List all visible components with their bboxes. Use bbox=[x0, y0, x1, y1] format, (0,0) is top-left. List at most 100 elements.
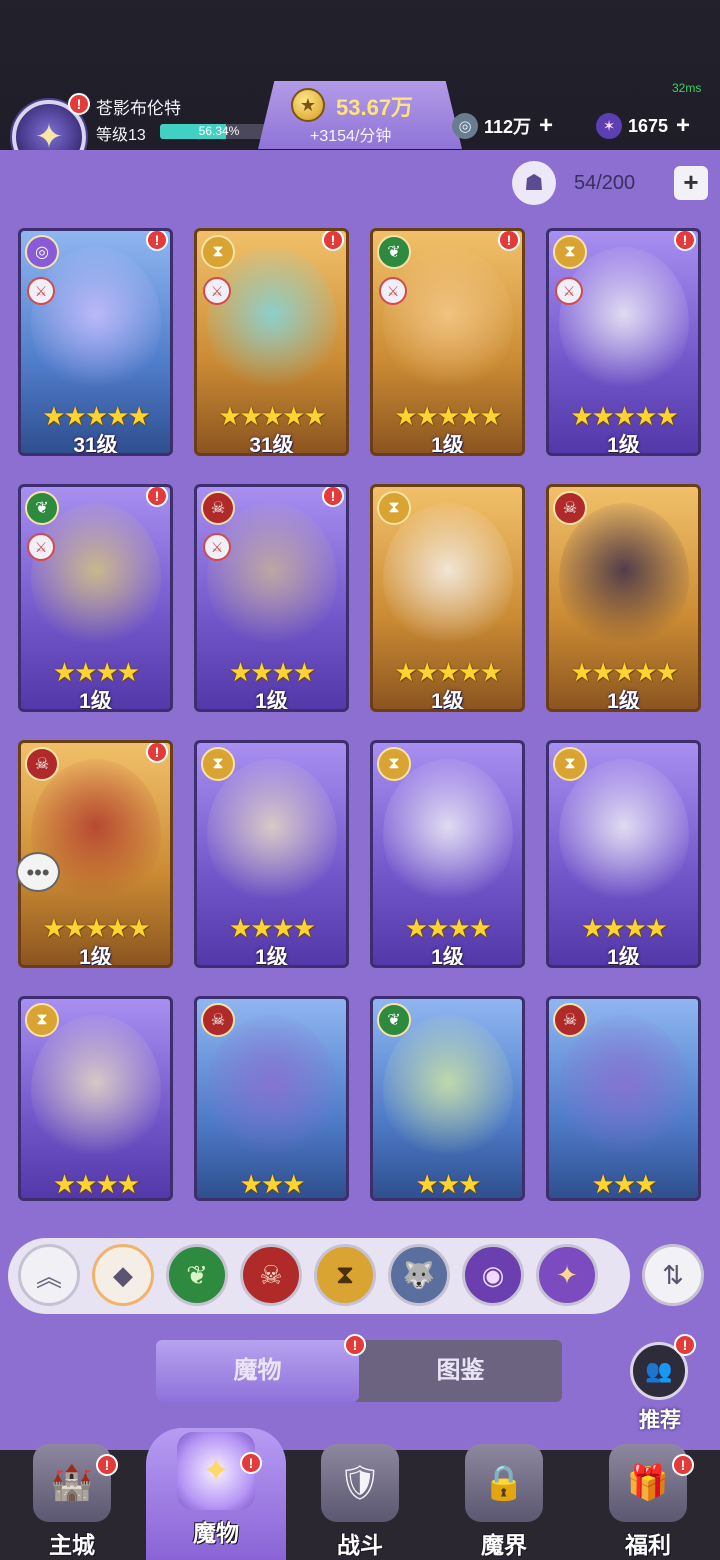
nav-label: 福利 bbox=[625, 1532, 671, 1558]
monster-card[interactable]: ◎ ⚔! ★★★★★ 31级 bbox=[18, 228, 173, 456]
role-swords-icon: ⚔ bbox=[555, 277, 583, 305]
nav-alert-badge: ! bbox=[240, 1452, 262, 1474]
capacity-text: 54/200 bbox=[574, 171, 636, 194]
monster-capacity: ☗ 54/200 + bbox=[512, 160, 708, 206]
monster-card[interactable]: ❦ ⚔! ★★★★ 1级 bbox=[18, 484, 173, 712]
nav-alert-badge: ! bbox=[96, 1454, 118, 1476]
faction-icon: ☠ bbox=[553, 491, 587, 525]
monster-level: 1级 bbox=[431, 434, 464, 456]
nav-item-3[interactable]: 🔒 魔界 bbox=[434, 1440, 574, 1560]
monster-card[interactable]: ☠ ★★★ bbox=[194, 996, 349, 1201]
monster-card[interactable]: ⧗ ★★★★★ 1级 bbox=[370, 484, 525, 712]
monster-card[interactable]: ☠ ⚔! ★★★★ 1级 bbox=[194, 484, 349, 712]
nav-label: 魔界 bbox=[481, 1532, 527, 1558]
monster-portrait bbox=[559, 1015, 689, 1165]
player-name: 苍影布伦特 bbox=[96, 99, 181, 118]
star-rating: ★★★ bbox=[239, 1169, 306, 1199]
tab-monsters[interactable]: 魔物 bbox=[156, 1340, 359, 1402]
nav-item-4[interactable]: 🎁 福利! bbox=[578, 1440, 718, 1560]
all-filter-icon[interactable]: ◆ bbox=[92, 1244, 154, 1306]
monster-portrait bbox=[559, 759, 689, 909]
time-filter-icon[interactable]: ⧗ bbox=[314, 1244, 376, 1306]
eye-filter-icon[interactable]: ◉ bbox=[462, 1244, 524, 1306]
tab-codex[interactable]: 图鉴 bbox=[359, 1340, 562, 1402]
monster-portrait bbox=[207, 503, 337, 653]
faction-icon: ❦ bbox=[377, 1003, 411, 1037]
monster-card[interactable]: ⧗ ★★★★ 1级 bbox=[194, 740, 349, 968]
gem-amount: 112万 bbox=[484, 117, 532, 137]
role-swords-icon: ⚔ bbox=[27, 277, 55, 305]
nav-icon: 🔒 bbox=[465, 1444, 543, 1522]
faction-icon: ⧗ bbox=[201, 747, 235, 781]
monster-portrait bbox=[383, 503, 513, 653]
star-rating: ★★★★ bbox=[228, 913, 316, 943]
faction-icon: ⧗ bbox=[377, 747, 411, 781]
gem-icon: ◎ bbox=[452, 113, 478, 139]
monster-portrait bbox=[559, 247, 689, 397]
nav-item-1[interactable]: ✦ 魔物! bbox=[146, 1428, 286, 1560]
monster-portrait bbox=[559, 503, 689, 653]
star-amount: 1675 bbox=[628, 115, 669, 136]
faction-icon: ☠ bbox=[553, 1003, 587, 1037]
sort-button[interactable]: ⇅ bbox=[642, 1244, 704, 1306]
demon-filter-icon[interactable]: ☠ bbox=[240, 1244, 302, 1306]
star-plus-button[interactable]: + bbox=[676, 112, 690, 140]
recommend-button[interactable]: 👥 推荐 bbox=[630, 1342, 690, 1434]
gem-plus-button[interactable]: + bbox=[539, 112, 553, 140]
monster-card[interactable]: ⧗ ★★★★ 1级 bbox=[546, 740, 701, 968]
monster-card[interactable]: ⧗ ⚔! ★★★★★ 1级 bbox=[546, 228, 701, 456]
star-rating: ★★★★★ bbox=[218, 401, 327, 431]
role-swords-icon: ⚔ bbox=[27, 533, 55, 561]
exp-progress-bar: 56.34% bbox=[160, 124, 278, 139]
role-swords-icon: ⚔ bbox=[379, 277, 407, 305]
chat-bubble-button[interactable]: ••• bbox=[16, 852, 60, 892]
star-rating: ★★★★ bbox=[52, 1169, 140, 1199]
nav-icon: 🛡 bbox=[321, 1444, 399, 1522]
star-rating: ★★★ bbox=[591, 1169, 658, 1199]
arcane-filter-icon[interactable]: ✦ bbox=[536, 1244, 598, 1306]
monster-card[interactable]: ⧗ ⚔! ★★★★★ 31级 bbox=[194, 228, 349, 456]
monster-level: 1级 bbox=[255, 946, 288, 968]
card-alert-badge: ! bbox=[674, 231, 696, 251]
nav-item-2[interactable]: 🛡 战斗 bbox=[290, 1440, 430, 1560]
monster-card[interactable]: ⧗ ★★★★ bbox=[18, 996, 173, 1201]
star-resource[interactable]: ✶ 1675 + bbox=[596, 111, 690, 141]
crystal-star-icon: ✶ bbox=[596, 113, 622, 139]
card-alert-badge: ! bbox=[146, 743, 168, 763]
star-rating: ★★★★★ bbox=[570, 657, 679, 687]
nav-item-0[interactable]: 🏰 主城! bbox=[2, 1440, 142, 1560]
monster-level: 31级 bbox=[73, 434, 118, 456]
monster-portrait bbox=[207, 1015, 337, 1165]
card-alert-badge: ! bbox=[146, 487, 168, 507]
star-rating: ★★★★★ bbox=[394, 657, 503, 687]
monster-cat-icon: ☗ bbox=[512, 161, 556, 205]
star-rating: ★★★★ bbox=[580, 913, 668, 943]
monster-level: 1级 bbox=[79, 690, 112, 712]
collapse-filter-icon[interactable]: ︽ bbox=[18, 1244, 80, 1306]
nav-label: 战斗 bbox=[337, 1532, 383, 1558]
star-rating: ★★★★★ bbox=[42, 913, 151, 943]
monster-card[interactable]: ☠ ★★★ bbox=[546, 996, 701, 1201]
monster-card[interactable]: ☠ ★★★★★ 1级 bbox=[546, 484, 701, 712]
monster-portrait bbox=[207, 247, 337, 397]
capacity-plus-button[interactable]: + bbox=[674, 166, 708, 200]
gold-rate: +3154/分钟 bbox=[310, 128, 392, 145]
monster-level: 1级 bbox=[255, 690, 288, 712]
monster-level: 31级 bbox=[249, 434, 294, 456]
card-alert-badge: ! bbox=[146, 231, 168, 251]
star-rating: ★★★ bbox=[415, 1169, 482, 1199]
tab-monsters-alert-badge: ! bbox=[344, 1334, 366, 1356]
beast-filter-icon[interactable]: 🐺 bbox=[388, 1244, 450, 1306]
card-alert-badge: ! bbox=[322, 487, 344, 507]
nav-label: 魔物 bbox=[193, 1520, 239, 1546]
star-rating: ★★★★ bbox=[52, 657, 140, 687]
nature-filter-icon[interactable]: ❦ bbox=[166, 1244, 228, 1306]
monster-card[interactable]: ❦ ★★★ bbox=[370, 996, 525, 1201]
gem-resource[interactable]: ◎ 112万 + bbox=[452, 111, 553, 141]
monster-card[interactable]: ❦ ⚔! ★★★★★ 1级 bbox=[370, 228, 525, 456]
faction-icon: ⧗ bbox=[553, 235, 587, 269]
monster-card[interactable]: ⧗ ★★★★ 1级 bbox=[370, 740, 525, 968]
monster-level: 1级 bbox=[431, 690, 464, 712]
star-rating: ★★★★ bbox=[404, 913, 492, 943]
role-swords-icon: ⚔ bbox=[203, 277, 231, 305]
